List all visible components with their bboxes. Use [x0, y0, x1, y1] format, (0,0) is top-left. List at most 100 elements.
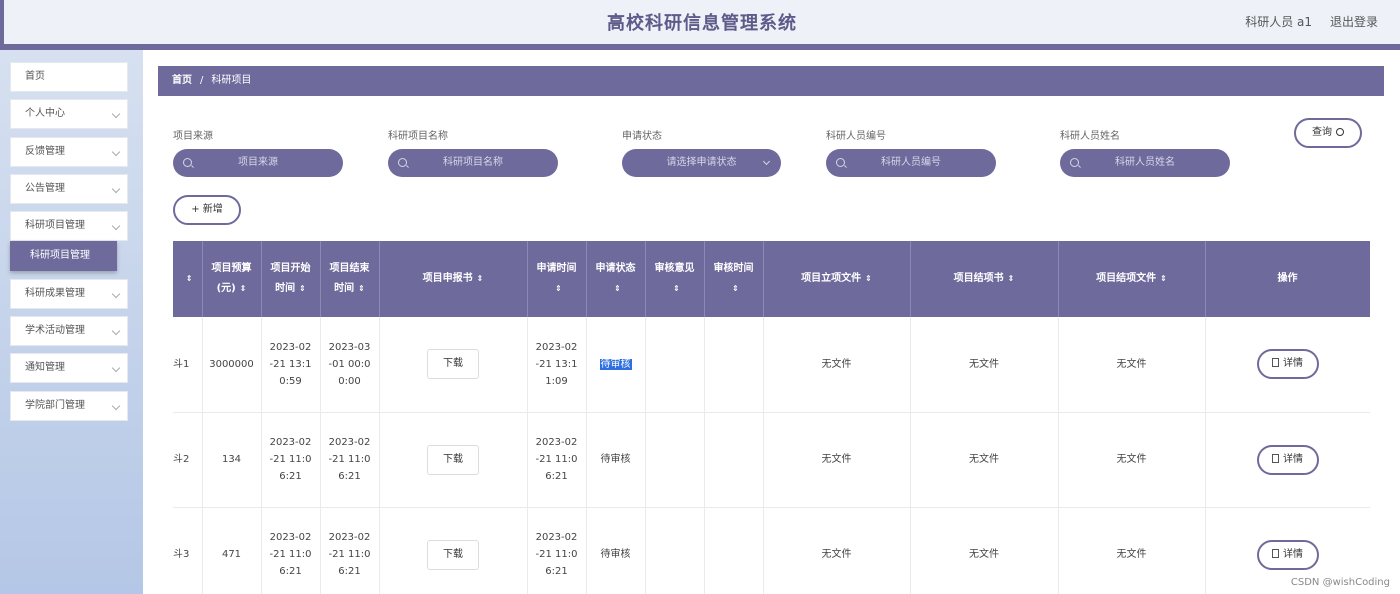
col-header-audit-time[interactable]: 审核时间 ⇕: [704, 241, 764, 317]
cell-opinion: [645, 412, 705, 508]
col-header-start-time[interactable]: 项目开始 时间 ⇕: [261, 241, 321, 317]
sort-icon[interactable]: ⇕: [555, 279, 562, 299]
download-button[interactable]: 下载: [427, 539, 479, 570]
cell-name: 斗2: [173, 412, 203, 508]
cell-application-doc: 下载: [379, 412, 528, 508]
chevron-down-icon: [111, 147, 121, 157]
col-header-end-time[interactable]: 项目结束 时间 ⇕: [320, 241, 380, 317]
sidebar-item-announcement[interactable]: 公告管理: [10, 174, 128, 204]
add-label: + 新增: [191, 204, 223, 215]
project-name-input[interactable]: 科研项目名称: [388, 149, 558, 177]
cell-status: 待审核: [586, 317, 646, 413]
researcher-name-input[interactable]: 科研人员姓名: [1060, 149, 1230, 177]
logout-link[interactable]: 退出登录: [1330, 13, 1378, 30]
breadcrumb-separator: /: [200, 75, 204, 86]
chevron-down-icon: [111, 363, 121, 373]
sidebar-item-academic-activity[interactable]: 学术活动管理: [10, 316, 128, 346]
sort-icon[interactable]: ⇕: [614, 279, 621, 299]
col-header-status[interactable]: 申请状态 ⇕: [586, 241, 646, 317]
col-header-conclusion-file[interactable]: 项目结项文件 ⇕: [1058, 241, 1206, 317]
download-button[interactable]: 下载: [427, 444, 479, 475]
sidebar-item-label: 反馈管理: [25, 146, 65, 157]
status-label: 申请状态: [622, 131, 662, 142]
cell-start-time: 2023-02 -21 11:0 6:21: [261, 507, 321, 594]
col-header-opinion[interactable]: 审核意见 ⇕: [645, 241, 705, 317]
cell-approval-file: 无文件: [763, 317, 911, 413]
cell-conclusion-doc: 无文件: [910, 317, 1059, 413]
sort-icon[interactable]: ⇕: [1008, 269, 1015, 289]
cell-conclusion-file: 无文件: [1058, 317, 1206, 413]
sidebar-item-research-project[interactable]: 科研项目管理: [10, 211, 128, 241]
add-button[interactable]: + 新增: [173, 195, 241, 225]
project-name-label: 科研项目名称: [388, 131, 448, 142]
source-placeholder: 项目来源: [238, 157, 278, 168]
status-select[interactable]: 请选择申请状态: [622, 149, 781, 177]
cell-budget: 3000000: [202, 317, 262, 413]
sidebar-item-feedback[interactable]: 反馈管理: [10, 137, 128, 167]
chevron-down-icon: [111, 326, 121, 336]
sidebar-item-home[interactable]: 首页: [10, 62, 128, 92]
source-label: 项目来源: [173, 131, 213, 142]
sort-icon[interactable]: ⇕: [477, 269, 484, 289]
col-header-application-doc[interactable]: 项目申报书 ⇕: [379, 241, 528, 317]
cell-conclusion-doc: 无文件: [910, 507, 1059, 594]
search-icon: [398, 158, 407, 167]
breadcrumb: 首页 / 科研项目: [158, 66, 1384, 96]
sort-icon[interactable]: ⇕: [1160, 269, 1167, 289]
col-header-apply-time[interactable]: 申请时间 ⇕: [527, 241, 587, 317]
chevron-down-icon: [111, 109, 121, 119]
current-user: 科研人员 a1: [1245, 15, 1312, 29]
breadcrumb-home[interactable]: 首页: [172, 75, 192, 86]
query-button[interactable]: 查询: [1294, 118, 1362, 148]
cell-start-time: 2023-02 -21 13:1 0:59: [261, 317, 321, 413]
sidebar-item-label: 科研项目管理: [25, 220, 85, 231]
cell-end-time: 2023-02 -21 11:0 6:21: [320, 412, 380, 508]
chevron-down-icon: [111, 401, 121, 411]
watermark: CSDN @wishCoding: [1290, 577, 1390, 588]
sort-icon[interactable]: ⇕: [673, 279, 680, 299]
sidebar-item-notice[interactable]: 通知管理: [10, 353, 128, 383]
cell-approval-file: 无文件: [763, 412, 911, 508]
sidebar-item-research-results[interactable]: 科研成果管理: [10, 279, 128, 309]
sort-icon[interactable]: ⇕: [186, 269, 193, 289]
sidebar-item-label: 通知管理: [25, 362, 65, 373]
researcher-name-placeholder: 科研人员姓名: [1115, 157, 1175, 168]
project-table: ⇕ 项目预算 (元) ⇕ 项目开始 时间 ⇕ 项目结束 时间 ⇕ 项目申报书 ⇕ 申请时间 ⇕ …: [173, 241, 1370, 594]
detail-button[interactable]: 详情: [1256, 349, 1319, 380]
cell-end-time: 2023-03 -01 00:0 0:00: [320, 317, 380, 413]
document-icon: [1272, 358, 1279, 368]
breadcrumb-current: 科研项目: [211, 75, 252, 86]
app-title: 高校科研信息管理系统: [607, 13, 797, 34]
cell-apply-time: 2023-02 -21 11:0 6:21: [527, 412, 587, 508]
col-header-name[interactable]: ⇕: [173, 241, 203, 317]
researcher-id-input[interactable]: 科研人员编号: [826, 149, 996, 177]
sort-icon[interactable]: ⇕: [732, 279, 739, 299]
cell-end-time: 2023-02 -21 11:0 6:21: [320, 507, 380, 594]
sidebar-subitem-research-project[interactable]: 科研项目管理: [10, 241, 117, 271]
cell-apply-time: 2023-02 -21 11:0 6:21: [527, 507, 587, 594]
col-header-budget[interactable]: 项目预算 (元) ⇕: [202, 241, 262, 317]
search-icon: [183, 158, 192, 167]
detail-button[interactable]: 详情: [1256, 539, 1319, 570]
sort-icon[interactable]: ⇕: [299, 279, 306, 299]
table-row: 斗1 3000000 2023-02 -21 13:1 0:59 2023-03 -0…: [173, 317, 1370, 413]
sidebar-item-label: 公告管理: [25, 183, 65, 194]
sidebar-item-personal-center[interactable]: 个人中心: [10, 99, 128, 129]
download-button[interactable]: 下载: [427, 349, 479, 380]
detail-button[interactable]: 详情: [1256, 444, 1319, 475]
cell-actions: 详情: [1205, 317, 1370, 413]
col-header-approval-file[interactable]: 项目立项文件 ⇕: [763, 241, 911, 317]
source-input[interactable]: 项目来源: [173, 149, 343, 177]
cell-application-doc: 下载: [379, 507, 528, 594]
status-text-selected: 待审核: [599, 358, 632, 370]
col-header-conclusion-doc[interactable]: 项目结项书 ⇕: [910, 241, 1059, 317]
sort-icon[interactable]: ⇕: [240, 279, 247, 299]
query-label: 查询: [1312, 127, 1332, 138]
cell-audit-time: [704, 507, 764, 594]
sort-icon[interactable]: ⇕: [865, 269, 872, 289]
sidebar-item-label: 科研成果管理: [25, 288, 85, 299]
sort-icon[interactable]: ⇕: [358, 279, 365, 299]
sidebar-item-department[interactable]: 学院部门管理: [10, 391, 128, 421]
cell-conclusion-file: 无文件: [1058, 412, 1206, 508]
sidebar-item-label: 学术活动管理: [25, 325, 85, 336]
